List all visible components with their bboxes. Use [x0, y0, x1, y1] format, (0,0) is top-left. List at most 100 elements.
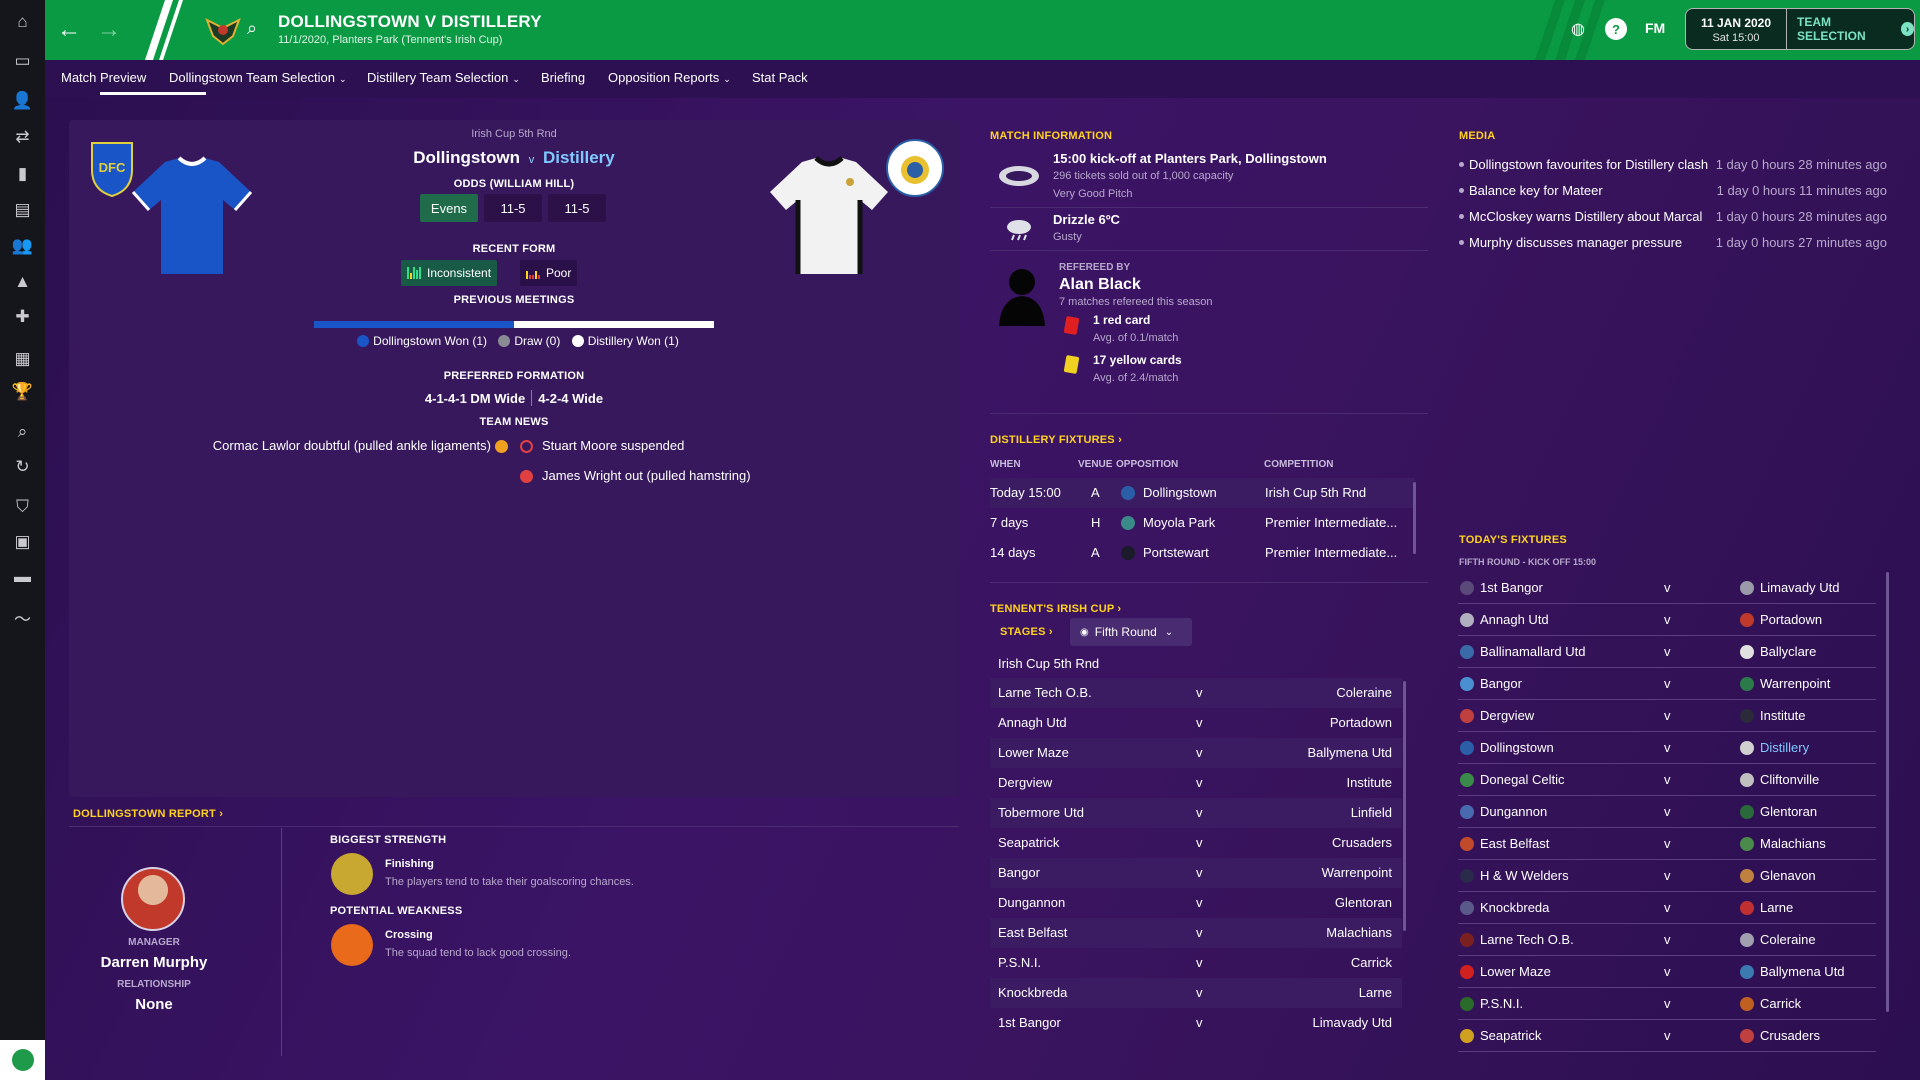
cup-match-row[interactable]: Knockbreda v Larne	[990, 978, 1402, 1008]
referee-silhouette-icon[interactable]	[995, 264, 1049, 326]
tab-dollingstown-team-selection[interactable]: Dollingstown Team Selection ⌄	[169, 70, 347, 85]
home-team-name[interactable]: Dollingstown	[413, 148, 520, 167]
todays-fixture-row[interactable]: Donegal Celtic v Cliftonville	[1458, 764, 1876, 796]
fixture-opposition: Moyola Park	[1143, 515, 1216, 530]
fixtures-scrollbar[interactable]	[1413, 482, 1416, 554]
forward-arrow-icon[interactable]: →	[97, 16, 121, 44]
cup-match-row[interactable]: East Belfast v Malachians	[990, 918, 1402, 948]
club-badge-icon[interactable]	[0, 1040, 45, 1080]
report-title[interactable]: DOLLINGSTOWN REPORT ›	[73, 808, 223, 820]
manager-avatar[interactable]	[121, 867, 185, 931]
todays-fixture-row[interactable]: Lower Maze v Ballymena Utd	[1458, 956, 1876, 988]
schedule-icon[interactable]: ▦	[0, 342, 45, 376]
todays-fixture-row[interactable]: H & W Welders v Glenavon	[1458, 860, 1876, 892]
todays-fixture-row[interactable]: Knockbreda v Larne	[1458, 892, 1876, 924]
cup-match-row[interactable]: Seapatrick v Crusaders	[990, 828, 1402, 858]
info-divider	[990, 413, 1428, 414]
todays-versus: v	[1664, 964, 1671, 979]
finances-icon[interactable]: ▬	[0, 560, 45, 594]
cup-match-row[interactable]: Annagh Utd v Portadown	[990, 708, 1402, 738]
back-arrow-icon[interactable]: ←	[57, 16, 81, 44]
todays-fixture-row[interactable]: Seapatrick v Crusaders	[1458, 1020, 1876, 1052]
dev-centre-icon[interactable]: 〜	[0, 600, 45, 634]
away-team-name[interactable]: Distillery	[543, 148, 615, 167]
competitions-icon[interactable]: 🏆	[0, 375, 45, 409]
date-display[interactable]: 11 JAN 2020 Sat 15:00	[1685, 8, 1787, 50]
home-icon[interactable]: ⌂	[0, 5, 45, 39]
staff-icon[interactable]: 👥	[0, 229, 45, 263]
todays-fixture-row[interactable]: Bangor v Warrenpoint	[1458, 668, 1876, 700]
todays-fixture-row[interactable]: Ballinamallard Utd v Ballyclare	[1458, 636, 1876, 668]
todays-fixture-row[interactable]: 1st Bangor v Limavady Utd	[1458, 572, 1876, 604]
home-news-item[interactable]: Cormac Lawlor doubtful (pulled ankle lig…	[213, 438, 491, 453]
cup-match-row[interactable]: Dergview v Institute	[990, 768, 1402, 798]
cup-round-label: Irish Cup 5th Rnd	[998, 656, 1100, 671]
manager-name[interactable]: Darren Murphy	[69, 954, 239, 971]
help-icon[interactable]: ?	[1605, 18, 1627, 40]
away-form-badge[interactable]: Poor	[520, 260, 578, 286]
fixture-row[interactable]: 14 days A Portstewart Premier Intermediate.…	[990, 538, 1415, 568]
cup-match-row[interactable]: Tobermore Utd v Linfield	[990, 798, 1402, 828]
tab-distillery-team-selection[interactable]: Distillery Team Selection ⌄	[367, 70, 520, 85]
cup-match-row[interactable]: 1st Bangor v Limavady Utd	[990, 1008, 1402, 1030]
fixture-row[interactable]: Today 15:00 A Dollingstown Irish Cup 5th Rn…	[990, 478, 1415, 508]
todays-fixture-row[interactable]: P.S.N.I. v Carrick	[1458, 988, 1876, 1020]
todays-fixture-row[interactable]: Larne Tech O.B. v Coleraine	[1458, 924, 1876, 956]
tab-opposition-reports[interactable]: Opposition Reports ⌄	[608, 70, 731, 85]
todays-fixture-row[interactable]: Annagh Utd v Portadown	[1458, 604, 1876, 636]
distillery-fixtures-title[interactable]: DISTILLERY FIXTURES ›	[990, 434, 1122, 446]
search-icon[interactable]: ⌕	[247, 18, 257, 39]
todays-fixtures-scrollbar[interactable]	[1886, 572, 1889, 1012]
cup-match-row[interactable]: P.S.N.I. v Carrick	[990, 948, 1402, 978]
media-headline[interactable]: Dollingstown favourites for Distillery c…	[1459, 157, 1708, 172]
cup-away-team: Carrick	[1350, 955, 1392, 970]
fixture-row[interactable]: 7 days H Moyola Park Premier Intermediate..…	[990, 508, 1415, 538]
stage-dropdown[interactable]: ◉ Fifth Round ⌄	[1070, 618, 1192, 646]
continue-button[interactable]: TEAM SELECTION ›	[1787, 8, 1915, 50]
world-ball-icon[interactable]: ◍	[1567, 18, 1589, 40]
cup-match-row[interactable]: Bangor v Warrenpoint	[990, 858, 1402, 888]
reports-icon[interactable]: ▤	[0, 193, 45, 227]
squad-icon[interactable]: 👤	[0, 84, 45, 118]
fm-menu[interactable]: FM	[1645, 20, 1665, 36]
todays-fixture-row[interactable]: Dollingstown v Distillery	[1458, 732, 1876, 764]
todays-fixture-row[interactable]: Dergview v Institute	[1458, 700, 1876, 732]
cup-title[interactable]: TENNENT'S IRISH CUP ›	[990, 603, 1121, 615]
training-icon[interactable]: ▲	[0, 265, 45, 299]
media-headline[interactable]: Murphy discusses manager pressure	[1459, 235, 1682, 250]
home-badge-icon	[1460, 805, 1474, 819]
todays-fixture-row[interactable]: East Belfast v Malachians	[1458, 828, 1876, 860]
tab-match-preview[interactable]: Match Preview	[61, 70, 146, 85]
fixture-when: Today 15:00	[990, 485, 1061, 500]
finishing-icon	[331, 853, 373, 895]
away-news-item[interactable]: Stuart Moore suspended	[542, 438, 684, 453]
tab-briefing[interactable]: Briefing	[541, 70, 585, 85]
cup-home-team: 1st Bangor	[998, 1015, 1061, 1030]
info-divider	[990, 207, 1428, 208]
inbox-icon[interactable]: ▭	[0, 44, 45, 78]
away-won-dot	[571, 335, 584, 347]
scouting-icon[interactable]: ⌕	[0, 415, 45, 449]
transfers-icon[interactable]: ↻	[0, 450, 45, 484]
media-headline[interactable]: McCloskey warns Distillery about Marcal	[1459, 209, 1702, 224]
club-info-icon[interactable]: ⛉	[0, 490, 45, 524]
dynamics-icon[interactable]: ▮	[0, 157, 45, 191]
medical-icon[interactable]: ✚	[0, 300, 45, 334]
media-headline[interactable]: Balance key for Mateer	[1459, 183, 1603, 198]
tactics-icon[interactable]: ⇄	[0, 120, 45, 154]
referee-name[interactable]: Alan Black	[1059, 276, 1141, 294]
home-formation: 4-1-4-1 DM Wide	[424, 391, 526, 406]
todays-fixture-row[interactable]: Dungannon v Glentoran	[1458, 796, 1876, 828]
cup-match-row[interactable]: Larne Tech O.B. v Coleraine	[990, 678, 1402, 708]
cup-match-row[interactable]: Dungannon v Glentoran	[990, 888, 1402, 918]
stages-link[interactable]: STAGES ›	[1000, 626, 1053, 638]
cup-away-team: Institute	[1346, 775, 1392, 790]
cup-scrollbar[interactable]	[1403, 681, 1406, 931]
home-form-badge[interactable]: Inconsistent	[401, 260, 498, 286]
tab-label: Briefing	[541, 70, 586, 85]
cup-match-row[interactable]: Lower Maze v Ballymena Utd	[990, 738, 1402, 768]
tab-stat-pack[interactable]: Stat Pack	[752, 70, 808, 85]
fixture-venue: A	[1091, 545, 1100, 560]
away-news-item[interactable]: James Wright out (pulled hamstring)	[542, 468, 751, 483]
club-vision-icon[interactable]: ▣	[0, 525, 45, 559]
